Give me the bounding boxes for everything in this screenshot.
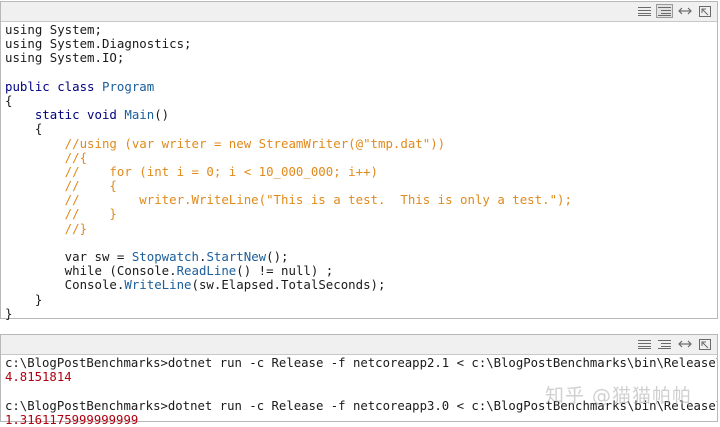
code-line: static void Main() [5, 108, 717, 122]
code-token: static void [5, 107, 125, 123]
code-line: while (Console.ReadLine() != null) ; [5, 264, 717, 278]
code-block: using System; using System.Diagnostics; us… [1, 22, 717, 321]
code-toolbar [1, 2, 717, 22]
code-line: //using (var writer = new StreamWriter(@… [5, 135, 717, 151]
code-token: ReadLine [176, 263, 237, 279]
code-token: using System; [5, 22, 102, 37]
code-line: } [5, 305, 717, 321]
code-token: //{ [5, 149, 88, 165]
code-token: { [5, 92, 13, 108]
code-line: public class Program [5, 78, 717, 94]
code-line: // { [5, 178, 717, 194]
code-token: // writer.WriteLine("This is a test. Thi… [5, 192, 572, 208]
watermark: 知乎 @猫猫帕帕 [544, 385, 692, 407]
code-token: Stopwatch [131, 249, 199, 264]
view-source-icon[interactable] [636, 337, 653, 351]
code-line: //{ [5, 149, 717, 165]
code-line: // } [5, 207, 717, 221]
code-token: Program [101, 78, 155, 94]
code-line: // for (int i = 0; i < 10_000_000; i++) [5, 163, 717, 179]
code-token: // for (int i = 0; i < 10_000_000; i++) [5, 163, 378, 179]
code-line: using System.Diagnostics; [5, 37, 717, 51]
code-token: var sw = [5, 249, 132, 264]
code-token: } [5, 305, 13, 321]
console-toolbar [1, 335, 717, 355]
code-token: while (Console. [5, 263, 177, 279]
code-token: using System.Diagnostics; [5, 36, 192, 52]
code-token: // } [5, 206, 117, 222]
code-token: (sw.Elapsed.TotalSeconds); [191, 277, 386, 293]
code-token: // { [5, 178, 117, 194]
code-line: { [5, 92, 717, 108]
code-panel: using System; using System.Diagnostics; us… [0, 1, 718, 321]
code-token: WriteLine [124, 277, 192, 293]
code-token: Console. [5, 277, 125, 293]
code-line: var sw = Stopwatch.StartNew(); [5, 249, 717, 264]
code-line: //} [5, 220, 717, 236]
code-line: using System; [5, 22, 717, 37]
code-token: //using (var writer = new StreamWriter(@… [5, 135, 446, 151]
code-token: using System.IO; [5, 50, 125, 66]
code-line: Console.WriteLine(sw.Elapsed.TotalSecond… [5, 278, 717, 292]
popout-icon[interactable] [696, 337, 713, 351]
code-token: () != null) ; [236, 263, 334, 279]
popout-icon[interactable] [696, 4, 713, 18]
code-line: using System.IO; [5, 51, 717, 65]
code-line: { [5, 122, 717, 136]
expand-icon[interactable] [676, 4, 693, 18]
console-command: c:\BlogPostBenchmarks>dotnet run -c Rele… [5, 356, 717, 370]
console-panel: c:\BlogPostBenchmarks>dotnet run -c Rele… [0, 334, 718, 427]
expand-icon[interactable] [676, 337, 693, 351]
code-token: (); [266, 249, 289, 264]
code-token: } [5, 291, 43, 307]
code-line: } [5, 291, 717, 307]
code-token: { [5, 121, 43, 137]
code-token: StartNew [206, 249, 267, 264]
copy-icon[interactable] [656, 4, 673, 18]
code-token: //} [5, 220, 88, 236]
copy-icon[interactable] [656, 337, 673, 351]
view-source-icon[interactable] [636, 4, 653, 18]
code-token: () [154, 107, 170, 123]
code-line: // writer.WriteLine("This is a test. Thi… [5, 193, 717, 207]
code-token: public class [5, 78, 102, 94]
console-result: 1.3161175999999999 [5, 412, 139, 427]
code-token: Main [124, 107, 155, 123]
